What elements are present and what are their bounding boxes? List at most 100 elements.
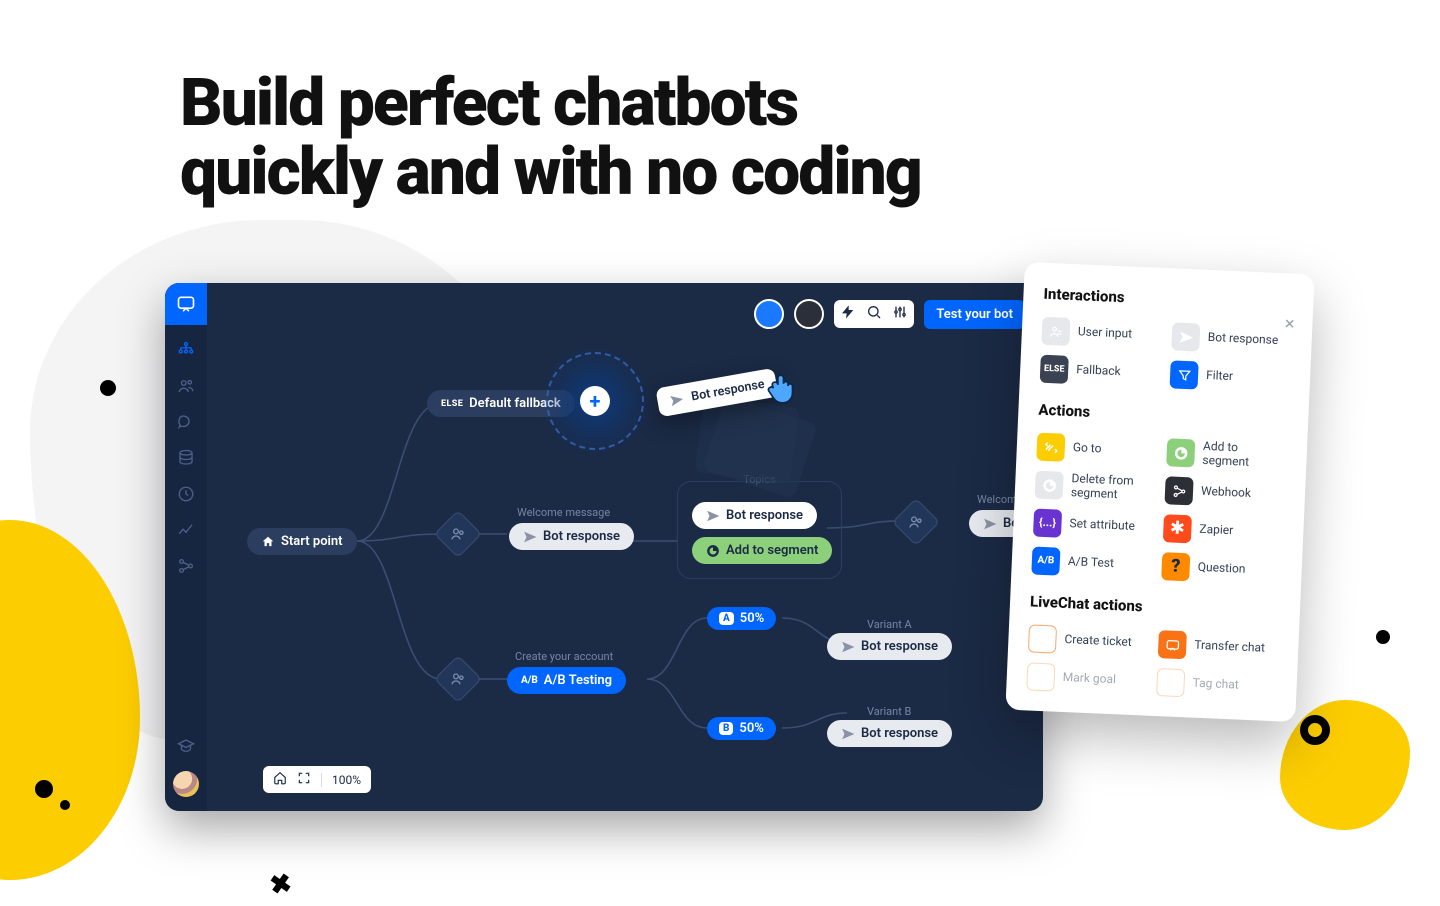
node-add-to-segment[interactable]: Add to segment (692, 537, 832, 564)
tag-icon (1156, 668, 1185, 697)
nav-flow-icon[interactable] (177, 341, 195, 363)
node-bot-response-2[interactable]: Bot response (692, 502, 817, 529)
page-headline: Build perfect chatbots quickly and with … (180, 70, 921, 207)
settings-sliders-icon[interactable] (892, 304, 908, 324)
create-account-label: Create your account (515, 650, 613, 663)
topics-group: Topics Bot response Add to segment (677, 481, 842, 579)
bg-dot (1376, 630, 1390, 644)
node-bot-response-1[interactable]: Bot response (509, 523, 634, 550)
variant-percent: 50% (740, 611, 764, 626)
route-icon (1036, 433, 1065, 462)
item-transfer-chat[interactable]: Transfer chat (1158, 630, 1279, 663)
hand-cursor-icon (761, 368, 797, 404)
item-set-attribute[interactable]: {...} Set attribute (1033, 509, 1154, 542)
toolbar (834, 300, 914, 328)
variant-a-label: Variant A (867, 618, 912, 631)
zoom-controls: 100% (263, 766, 371, 793)
bg-ring (1300, 715, 1330, 745)
welcome-label: Welcome message (517, 506, 610, 519)
node-start-point[interactable]: Start point (247, 528, 357, 555)
welcome-right-label: Welcom (977, 493, 1017, 506)
else-icon: ELSE (1040, 355, 1069, 384)
user-input-icon (1041, 317, 1070, 346)
item-webhook[interactable]: Webhook (1164, 476, 1285, 509)
node-ab-testing[interactable]: A/B A/B Testing (507, 667, 626, 694)
bg-dot (60, 800, 70, 810)
nav-integrations-icon[interactable] (177, 557, 195, 579)
collaborator-avatar[interactable] (754, 299, 784, 329)
chip-label: Add to segment (726, 543, 818, 558)
close-icon[interactable]: × (1284, 313, 1295, 334)
item-bot-response[interactable]: Bot response (1171, 322, 1292, 355)
node-variant-a[interactable]: A 50% (707, 607, 776, 630)
ticket-icon (1028, 624, 1057, 653)
node-variant-b[interactable]: B 50% (707, 717, 776, 740)
flow-canvas[interactable]: Start point ELSE Default fallback + Welc… (207, 283, 1043, 811)
nav-analytics-icon[interactable] (177, 521, 195, 543)
add-node-button[interactable]: + (580, 386, 610, 416)
item-filter[interactable]: Filter (1170, 360, 1291, 393)
node-decision-account[interactable] (434, 655, 482, 703)
node-decision-2[interactable] (892, 498, 940, 546)
item-zapier[interactable]: ✱ Zapier (1163, 514, 1284, 547)
interactions-panel: × Interactions User input Bot response E… (1005, 262, 1314, 722)
nav-learn-icon[interactable] (177, 737, 195, 759)
filter-icon (1170, 360, 1199, 389)
bg-dot (100, 380, 116, 396)
panel-section-title: LiveChat actions (1030, 592, 1281, 621)
webhook-icon (1164, 476, 1193, 505)
variant-b-label: Variant B (867, 705, 911, 718)
collaborator-avatar[interactable] (794, 299, 824, 329)
node-bot-response-va[interactable]: Bot response (827, 633, 952, 660)
chip-label: Bot response (543, 529, 620, 544)
variant-percent: 50% (739, 721, 763, 736)
nav-avatar[interactable] (173, 771, 199, 797)
sidebar (165, 283, 207, 811)
item-ab-test[interactable]: A/B A/B Test (1031, 546, 1152, 579)
nav-users-icon[interactable] (177, 377, 195, 399)
segment-icon (1166, 438, 1195, 467)
item-add-segment[interactable]: Add to segment (1166, 438, 1287, 471)
topbar: Test your bot (754, 299, 1025, 329)
else-badge: ELSE (441, 399, 463, 409)
add-node-halo: + (540, 346, 650, 456)
bolt-icon[interactable] (840, 304, 856, 324)
item-question[interactable]: ? Question (1161, 552, 1282, 585)
brackets-icon: {...} (1033, 509, 1062, 538)
node-label: Start point (281, 534, 343, 549)
fit-screen-icon[interactable] (297, 771, 311, 788)
segment-delete-icon (1035, 471, 1064, 500)
drag-card-label: Bot response (690, 377, 766, 405)
builder-window: Start point ELSE Default fallback + Welc… (165, 283, 1043, 811)
item-user-input[interactable]: User input (1041, 317, 1162, 350)
send-icon (1171, 322, 1200, 351)
item-create-ticket[interactable]: Create ticket (1028, 624, 1149, 657)
home-zoom-icon[interactable] (273, 771, 287, 788)
bg-x: ✖ (268, 868, 295, 901)
item-delete-segment[interactable]: Delete from segment (1035, 471, 1156, 504)
question-icon: ? (1161, 552, 1190, 581)
item-fallback[interactable]: ELSE Fallback (1040, 355, 1161, 388)
node-decision-welcome[interactable] (434, 510, 482, 558)
item-mark-goal[interactable]: Mark goal (1026, 662, 1147, 695)
chip-label: Bot response (726, 508, 803, 523)
zapier-icon: ✱ (1163, 514, 1192, 543)
item-go-to[interactable]: Go to (1036, 433, 1157, 466)
transfer-icon (1158, 630, 1187, 659)
node-bot-response-vb[interactable]: Bot response (827, 720, 952, 747)
test-bot-button[interactable]: Test your bot (924, 300, 1025, 329)
item-tag-chat[interactable]: Tag chat (1156, 668, 1277, 701)
nav-ai-icon[interactable] (177, 413, 195, 435)
chip-label: A/B Testing (544, 673, 612, 688)
nav-history-icon[interactable] (177, 485, 195, 507)
app-logo[interactable] (165, 283, 207, 325)
panel-section-title: Interactions (1043, 285, 1294, 314)
panel-section-title: Actions (1038, 401, 1289, 430)
bg-blob-yellow-2 (1280, 700, 1410, 830)
chip-label: Bot response (861, 726, 938, 741)
nav-data-icon[interactable] (177, 449, 195, 471)
variant-badge: B (719, 722, 733, 735)
chip-label: Bot response (861, 639, 938, 654)
search-icon[interactable] (866, 304, 882, 324)
variant-badge: A (719, 612, 734, 625)
